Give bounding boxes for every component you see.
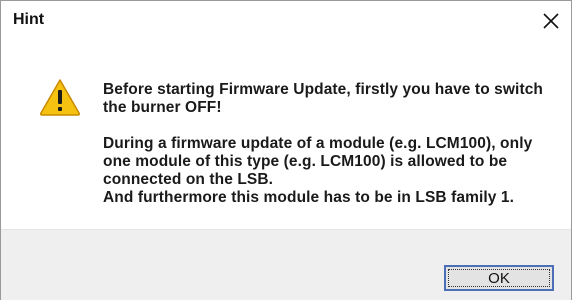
warning-icon xyxy=(39,79,81,116)
dialog-content: Before starting Firmware Update, firstly… xyxy=(1,41,571,229)
message-text: Before starting Firmware Update, firstly… xyxy=(103,81,553,207)
close-button[interactable] xyxy=(531,5,571,37)
message-paragraph-2: During a firmware update of a module (e.… xyxy=(103,135,553,207)
message-line: the burner OFF! xyxy=(103,99,222,116)
close-icon xyxy=(543,13,559,29)
message-line: one module of this type (e.g. LCM100) is… xyxy=(103,153,508,170)
message-line: Before starting Firmware Update, firstly… xyxy=(103,81,543,98)
message-paragraph-1: Before starting Firmware Update, firstly… xyxy=(103,81,553,117)
dialog-title: Hint xyxy=(13,11,45,28)
title-bar[interactable]: Hint xyxy=(1,1,571,41)
message-line: And furthermore this module has to be in… xyxy=(103,189,515,206)
ok-button[interactable]: OK xyxy=(444,265,554,291)
message-line: During a firmware update of a module (e.… xyxy=(103,135,533,152)
hint-dialog: Hint Before starting Firmware Update, fi… xyxy=(0,0,572,300)
message-line: connected on the LSB. xyxy=(103,171,274,188)
dialog-footer: OK xyxy=(1,229,571,300)
